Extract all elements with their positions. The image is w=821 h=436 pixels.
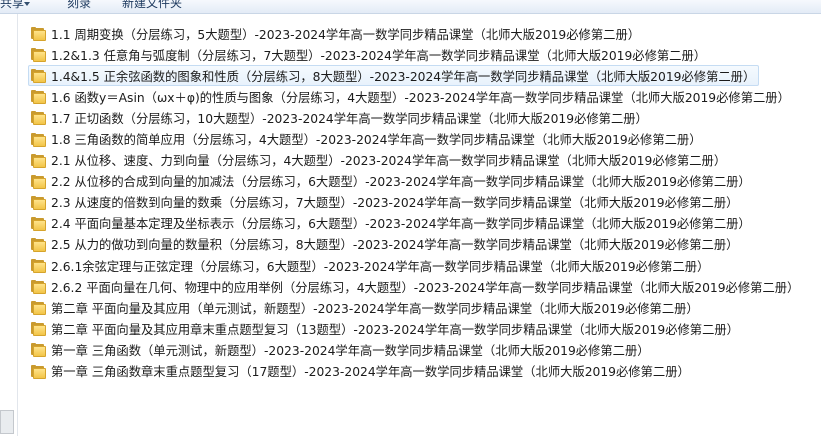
folder-item[interactable]: 1.4&1.5 正余弦函数的图象和性质（分层练习，8大题型）-2023-2024…	[28, 65, 818, 87]
folder-icon	[31, 301, 46, 316]
folder-icon	[31, 48, 46, 63]
folder-name: 第二章 平面向量及其应用（单元测试，新题型）-2023-2024学年高一数学同步…	[51, 301, 699, 316]
command-bar: 共享 刻录 新建文件夹	[0, 0, 821, 14]
folder-item[interactable]: 2.2 从位移的合成到向量的加减法（分层练习，6大题型）-2023-2024学年…	[28, 171, 818, 192]
new-folder-button[interactable]: 新建文件夹	[122, 0, 182, 11]
folder-item[interactable]: 2.6.1余弦定理与正弦定理（分层练习，6大题型）-2023-2024学年高一数…	[28, 255, 818, 276]
folder-icon	[31, 259, 46, 274]
folder-item[interactable]: 2.5 从力的做功到向量的数量积（分层练习，8大题型）-2023-2024学年高…	[28, 234, 818, 255]
folder-item[interactable]: 1.2&1.3 任意角与弧度制（分层练习，7大题型）-2023-2024学年高一…	[28, 44, 818, 65]
folder-item[interactable]: 2.3 从速度的倍数到向量的数乘（分层练习，7大题型）-2023-2024学年高…	[28, 192, 818, 213]
folder-name: 第一章 三角函数章末重点题型复习（17题型）-2023-2024学年高一数学同步…	[51, 365, 690, 380]
folder-name: 2.3 从速度的倍数到向量的数乘（分层练习，7大题型）-2023-2024学年高…	[51, 196, 739, 211]
folder-item[interactable]: 1.7 正切函数（分层练习，10大题型）-2023-2024学年高一数学同步精品…	[28, 107, 818, 128]
folder-item[interactable]: 2.4 平面向量基本定理及坐标表示（分层练习，6大题型）-2023-2024学年…	[28, 213, 818, 234]
folder-name: 1.2&1.3 任意角与弧度制（分层练习，7大题型）-2023-2024学年高一…	[51, 48, 707, 63]
burn-button[interactable]: 刻录	[67, 0, 91, 11]
folder-icon	[31, 322, 46, 337]
folder-icon	[31, 280, 46, 295]
navigation-pane-scrollbar[interactable]	[0, 410, 14, 434]
folder-name: 第一章 三角函数（单元测试，新题型）-2023-2024学年高一数学同步精品课堂…	[51, 343, 650, 358]
folder-icon	[31, 111, 46, 126]
folder-name: 2.6.1余弦定理与正弦定理（分层练习，6大题型）-2023-2024学年高一数…	[51, 259, 710, 274]
folder-name: 2.1 从位移、速度、力到向量（分层练习，4大题型）-2023-2024学年高一…	[51, 154, 727, 169]
chevron-down-icon[interactable]	[24, 2, 30, 6]
folder-icon	[31, 90, 46, 105]
folder-item[interactable]: 第一章 三角函数章末重点题型复习（17题型）-2023-2024学年高一数学同步…	[28, 361, 818, 382]
folder-icon	[31, 69, 46, 84]
folder-name: 1.1 周期变换（分层练习，5大题型）-2023-2024学年高一数学同步精品课…	[51, 27, 641, 42]
folder-name: 1.7 正切函数（分层练习，10大题型）-2023-2024学年高一数学同步精品…	[51, 111, 648, 126]
folder-icon	[31, 195, 46, 210]
folder-item[interactable]: 1.6 函数y＝Asin（ωx＋φ)的性质与图象（分层练习，4大题型）-2023…	[28, 86, 818, 107]
folder-item[interactable]: 2.1 从位移、速度、力到向量（分层练习，4大题型）-2023-2024学年高一…	[28, 150, 818, 171]
folder-icon	[31, 343, 46, 358]
folder-icon	[31, 216, 46, 231]
navigation-pane	[0, 14, 18, 436]
folder-item[interactable]: 2.6.2 平面向量在几何、物理中的应用举例（分层练习，4大题型）-2023-2…	[28, 276, 818, 297]
share-button[interactable]: 共享	[0, 0, 24, 11]
folder-item[interactable]: 1.8 三角函数的简单应用（分层练习，4大题型）-2023-2024学年高一数学…	[28, 128, 818, 149]
folder-name: 2.4 平面向量基本定理及坐标表示（分层练习，6大题型）-2023-2024学年…	[51, 217, 751, 232]
folder-icon	[31, 174, 46, 189]
folder-name: 1.6 函数y＝Asin（ωx＋φ)的性质与图象（分层练习，4大题型）-2023…	[51, 90, 790, 105]
folder-item[interactable]: 第二章 平面向量及其应用（单元测试，新题型）-2023-2024学年高一数学同步…	[28, 297, 818, 318]
folder-item[interactable]: 第二章 平面向量及其应用章末重点题型复习（13题型）-2023-2024学年高一…	[28, 318, 818, 339]
folder-icon	[31, 237, 46, 252]
folder-name: 2.5 从力的做功到向量的数量积（分层练习，8大题型）-2023-2024学年高…	[51, 238, 739, 253]
folder-item[interactable]: 第一章 三角函数（单元测试，新题型）-2023-2024学年高一数学同步精品课堂…	[28, 339, 818, 360]
folder-item[interactable]: 1.1 周期变换（分层练习，5大题型）-2023-2024学年高一数学同步精品课…	[28, 23, 818, 44]
file-list: 1.1 周期变换（分层练习，5大题型）-2023-2024学年高一数学同步精品课…	[28, 23, 818, 382]
folder-name: 2.6.2 平面向量在几何、物理中的应用举例（分层练习，4大题型）-2023-2…	[51, 280, 800, 295]
folder-name: 1.4&1.5 正余弦函数的图象和性质（分层练习，8大题型）-2023-2024…	[51, 69, 756, 84]
folder-icon	[31, 27, 46, 42]
folder-icon	[31, 364, 46, 379]
folder-icon	[31, 153, 46, 168]
folder-name: 2.2 从位移的合成到向量的加减法（分层练习，6大题型）-2023-2024学年…	[51, 175, 751, 190]
folder-name: 第二章 平面向量及其应用章末重点题型复习（13题型）-2023-2024学年高一…	[51, 322, 739, 337]
folder-icon	[31, 132, 46, 147]
folder-name: 1.8 三角函数的简单应用（分层练习，4大题型）-2023-2024学年高一数学…	[51, 133, 702, 148]
